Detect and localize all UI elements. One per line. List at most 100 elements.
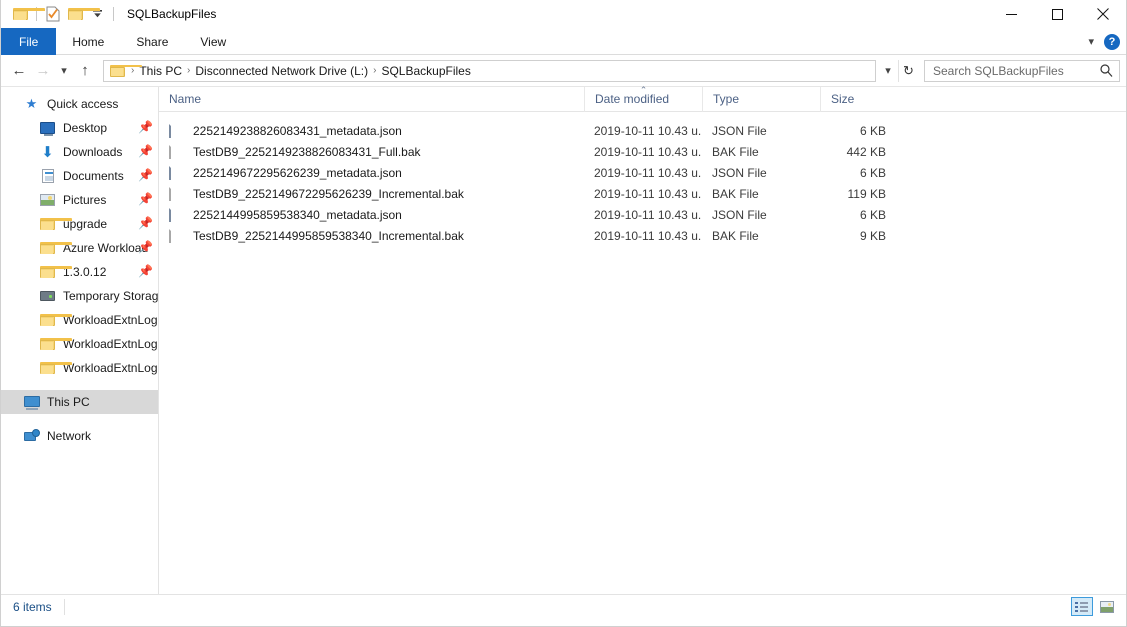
maximize-button[interactable] xyxy=(1034,0,1080,28)
pin-icon[interactable]: 📌 xyxy=(138,241,153,253)
large-icons-view-button[interactable] xyxy=(1096,597,1118,616)
nav-spacer-1 xyxy=(1,380,158,390)
file-size-cell: 442 KB xyxy=(846,144,886,159)
sidebar-item-workload-log-3[interactable]: WorkloadExtnLogFolder xyxy=(1,356,158,380)
tab-file[interactable]: File xyxy=(1,28,57,55)
chevron-down-icon[interactable]: ▾ xyxy=(1088,35,1094,48)
table-row[interactable]: TestDB9_2252149238826083431_Full.bak 201… xyxy=(159,141,1126,162)
sidebar-item-network[interactable]: Network xyxy=(1,424,158,448)
pin-icon[interactable]: 📌 xyxy=(138,193,153,205)
column-header-size[interactable]: Size xyxy=(820,86,900,112)
file-name-cell: 2252149672295626239_metadata.json xyxy=(159,162,584,183)
recent-locations-icon[interactable]: ▾ xyxy=(55,59,73,83)
file-type-cell: BAK File xyxy=(712,144,759,159)
forward-button[interactable]: → xyxy=(31,59,55,83)
sidebar-item-documents[interactable]: Documents 📌 xyxy=(1,164,158,188)
details-view-button[interactable] xyxy=(1071,597,1093,616)
pin-icon[interactable]: 📌 xyxy=(138,217,153,229)
file-name-cell: 2252144995859538340_metadata.json xyxy=(159,204,584,225)
up-button[interactable]: ↑ xyxy=(73,59,97,83)
pin-icon[interactable]: 📌 xyxy=(138,169,153,181)
refresh-icon[interactable]: ↻ xyxy=(898,59,918,82)
new-folder-icon[interactable] xyxy=(64,3,100,25)
status-divider xyxy=(63,598,65,615)
file-rows: 2252149238826083431_metadata.json 2019-1… xyxy=(159,112,1126,246)
file-name-label: 2252149238826083431_metadata.json xyxy=(193,123,402,138)
toolbar-divider-2 xyxy=(113,7,114,21)
table-row[interactable]: TestDB9_2252144995859538340_Incremental.… xyxy=(159,225,1126,246)
breadcrumb-item-drive[interactable]: Disconnected Network Drive (L:) xyxy=(192,64,371,78)
json-file-icon xyxy=(169,205,185,223)
pin-icon[interactable]: 📌 xyxy=(138,265,153,277)
sidebar-item-temporary-storage[interactable]: Temporary Storage xyxy=(1,284,158,308)
sidebar-item-workload-log-2[interactable]: WorkloadExtnLogFolder xyxy=(1,332,158,356)
star-icon: ★ xyxy=(25,96,38,111)
breadcrumb-item-this-pc[interactable]: This PC xyxy=(136,64,185,78)
file-size-cell: 6 KB xyxy=(859,123,886,138)
breadcrumb-separator-2[interactable]: › xyxy=(371,65,378,76)
sidebar-item-label: This PC xyxy=(47,395,90,409)
sidebar-item-pictures[interactable]: Pictures 📌 xyxy=(1,188,158,212)
table-row[interactable]: 2252149238826083431_metadata.json 2019-1… xyxy=(159,120,1126,141)
breadcrumb-item-folder[interactable]: SQLBackupFiles xyxy=(378,64,473,78)
sidebar-item-desktop[interactable]: Desktop 📌 xyxy=(1,116,158,140)
file-date-cell: 2019-10-11 10.43 u. xyxy=(594,207,702,222)
help-icon[interactable]: ? xyxy=(1104,33,1120,50)
window-controls xyxy=(988,0,1126,28)
column-header-label: Name xyxy=(169,92,202,106)
tab-share[interactable]: Share xyxy=(120,28,184,55)
nav-spacer-2 xyxy=(1,414,158,424)
file-size-cell: 119 KB xyxy=(847,186,886,201)
download-icon: ⬇ xyxy=(41,143,54,161)
breadcrumb-separator-1[interactable]: › xyxy=(185,65,192,76)
address-dropdown-icon[interactable]: ▾ xyxy=(878,60,898,82)
address-bar: ← → ▾ ↑ › This PC › Disconnected Network… xyxy=(1,55,1126,86)
sidebar-item-upgrade[interactable]: upgrade 📌 xyxy=(1,212,158,236)
file-name-label: TestDB9_2252144995859538340_Incremental.… xyxy=(193,228,464,243)
pin-icon[interactable]: 📌 xyxy=(138,121,153,133)
sidebar-item-version[interactable]: 1.3.0.12 📌 xyxy=(1,260,158,284)
sidebar-item-downloads[interactable]: ⬇ Downloads 📌 xyxy=(1,140,158,164)
table-row[interactable]: TestDB9_2252149672295626239_Incremental.… xyxy=(159,183,1126,204)
minimize-button[interactable] xyxy=(988,0,1034,28)
sort-ascending-icon: ⌃ xyxy=(639,84,648,95)
sidebar-item-quick-access[interactable]: ★ Quick access xyxy=(1,92,158,116)
sidebar-item-azure-workload[interactable]: Azure Workload 📌 xyxy=(1,236,158,260)
folder-icon xyxy=(39,264,72,280)
table-row[interactable]: 2252144995859538340_metadata.json 2019-1… xyxy=(159,204,1126,225)
column-header-type[interactable]: Type xyxy=(702,86,820,112)
close-button[interactable] xyxy=(1080,0,1126,28)
file-date-cell: 2019-10-11 10.43 u. xyxy=(594,186,702,201)
column-header-label: Date modified xyxy=(595,92,670,106)
bak-file-icon xyxy=(169,226,185,244)
customize-dropdown-icon[interactable] xyxy=(86,3,108,25)
table-row[interactable]: 2252149672295626239_metadata.json 2019-1… xyxy=(159,162,1126,183)
this-pc-icon xyxy=(23,394,40,410)
column-header-label: Size xyxy=(831,92,855,106)
file-type-cell: BAK File xyxy=(712,228,759,243)
tab-home[interactable]: Home xyxy=(56,28,120,55)
breadcrumb-folder-icon xyxy=(108,64,142,77)
folder-icon[interactable] xyxy=(9,3,45,25)
breadcrumb[interactable]: › This PC › Disconnected Network Drive (… xyxy=(103,59,876,82)
search-box[interactable] xyxy=(924,59,1120,82)
file-type-cell: JSON File xyxy=(712,123,767,138)
pin-icon[interactable]: 📌 xyxy=(138,145,153,157)
file-name-cell: TestDB9_2252149672295626239_Incremental.… xyxy=(159,183,584,204)
sidebar-item-workload-log-1[interactable]: WorkloadExtnLogFolder xyxy=(1,308,158,332)
file-name-label: TestDB9_2252149238826083431_Full.bak xyxy=(193,144,421,159)
file-name-cell: TestDB9_2252149238826083431_Full.bak xyxy=(159,141,584,162)
tab-view[interactable]: View xyxy=(184,28,242,55)
properties-icon[interactable] xyxy=(42,3,64,25)
navigation-pane: ★ Quick access Desktop 📌 ⬇ Downloads 📌 D… xyxy=(1,87,159,595)
sidebar-item-this-pc[interactable]: This PC xyxy=(1,390,158,414)
column-header-date-modified[interactable]: ⌃ Date modified xyxy=(584,84,702,112)
search-input[interactable] xyxy=(931,62,1100,79)
file-size-cell: 6 KB xyxy=(859,207,886,222)
sidebar-item-label: Quick access xyxy=(47,97,119,111)
sidebar-item-label: Azure Workload xyxy=(63,241,149,255)
sidebar-item-label: Desktop xyxy=(63,121,108,135)
back-button[interactable]: ← xyxy=(7,59,31,83)
search-icon[interactable] xyxy=(1100,64,1113,77)
column-header-name[interactable]: Name xyxy=(159,87,584,112)
